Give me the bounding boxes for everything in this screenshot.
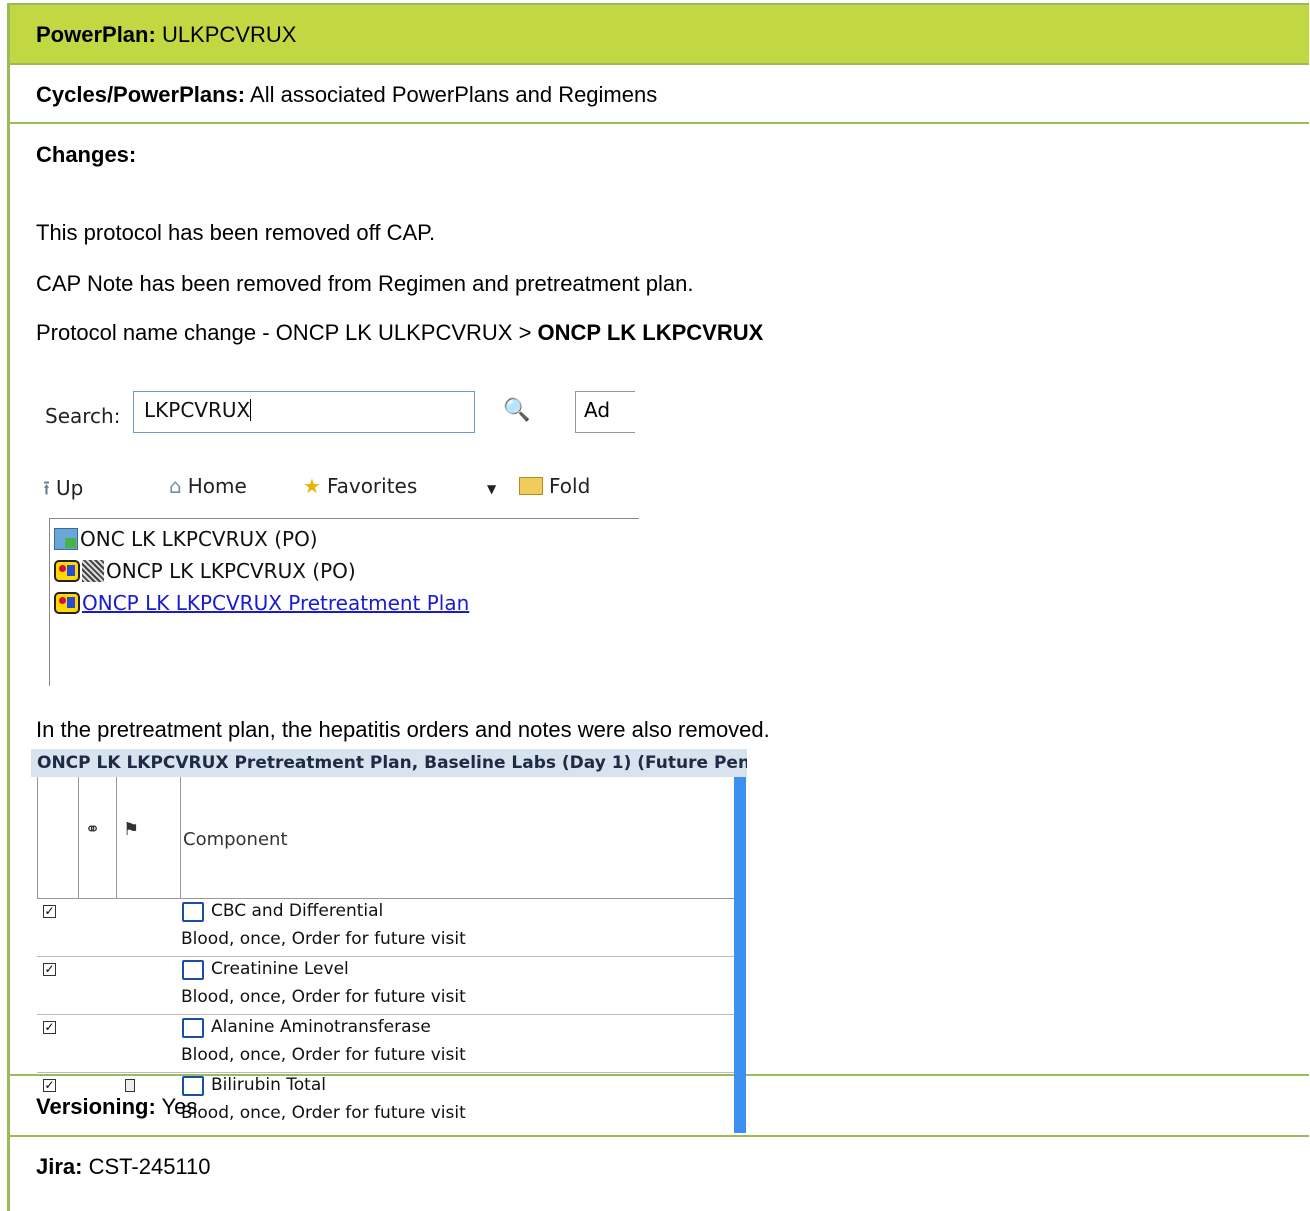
folders-button[interactable]: Fold [519,474,590,498]
changes-line-4: In the pretreatment plan, the hepatitis … [36,717,770,742]
search-input[interactable]: LKPCVRUX [133,391,475,433]
flag-icon: ⚑ [123,819,140,840]
table-row[interactable]: ✓ Alanine Aminotransferase Blood, once, … [37,1015,734,1073]
address-field[interactable]: Ad [575,391,635,433]
search-icon[interactable]: 🔍 [503,398,530,423]
change-document: PowerPlan: ULKPCVRUX Cycles/PowerPlans: … [7,3,1309,1211]
phase-icon [82,560,104,582]
changes-label: Changes: [36,142,137,167]
row-checkbox[interactable]: ✓ [43,905,56,918]
table-row[interactable]: ✓ Creatinine Level Blood, once, Order fo… [37,957,734,1015]
results-list: ONC LK LKPCVRUX (PO) ONCP LK LKPCVRUX (P… [49,518,639,686]
row-checkbox[interactable]: ✓ [43,1021,56,1034]
up-icon: ⭱ [43,476,50,500]
order-icon [182,960,204,980]
divider [78,777,79,899]
powerplan-value: ULKPCVRUX [161,22,297,47]
versioning-row: Versioning: Yes [10,1076,1309,1137]
divider [116,777,117,899]
cycles-label: Cycles/PowerPlans: [36,82,246,107]
order-icon [182,902,204,922]
order-name: Creatinine Level [211,959,349,979]
rename-old: Protocol name change - ONCP LK ULKPCVRUX… [36,320,538,345]
cycles-row: Cycles/PowerPlans: All associated PowerP… [10,65,1309,124]
pill-icon: ⚭ [85,819,101,840]
result-item-1[interactable]: ONC LK LKPCVRUX (PO) [54,527,318,551]
powerplan-icon [54,560,80,582]
star-icon: ★ [303,474,321,498]
folder-icon [519,477,543,495]
up-button[interactable]: ⭱ Up [43,474,83,508]
changes-row: Changes: This protocol has been removed … [10,124,1309,1133]
cycles-value: All associated PowerPlans and Regimens [250,82,658,107]
order-detail: Blood, once, Order for future visit [181,987,466,1007]
powerplan-label: PowerPlan: [36,22,156,47]
divider [180,777,181,899]
plan-title: ONCP LK LKPCVRUX Pretreatment Plan, Base… [31,749,747,777]
component-column-header[interactable]: Component [183,829,288,850]
order-detail: Blood, once, Order for future visit [181,929,466,949]
search-screenshot: Search: LKPCVRUX 🔍 Ad ⭱ Up ⌂ Home ★ Favorit… [29,366,639,686]
plan-header [37,777,737,899]
row-checkbox[interactable]: ✓ [43,963,56,976]
favorites-button[interactable]: ★ Favorites [303,474,417,498]
result-item-2[interactable]: ONCP LK LKPCVRUX (PO) [54,559,356,583]
order-icon [182,1018,204,1038]
versioning-value: Yes [161,1094,198,1119]
search-label: Search: [45,404,121,428]
jira-row: Jira: CST-245110 [10,1137,1309,1197]
favorites-dropdown-icon[interactable]: ▼ [487,482,496,496]
order-name: Alanine Aminotransferase [211,1017,431,1037]
changes-line-2: CAP Note has been removed from Regimen a… [36,271,694,296]
changes-line-1: This protocol has been removed off CAP. [36,220,436,245]
regimen-icon [54,528,78,550]
versioning-label: Versioning: [36,1094,156,1119]
jira-value[interactable]: CST-245110 [89,1154,211,1179]
result-item-3[interactable]: ONCP LK LKPCVRUX Pretreatment Plan [54,591,469,615]
order-detail: Blood, once, Order for future visit [181,1045,466,1065]
powerplan-icon [54,592,80,614]
home-icon: ⌂ [169,474,182,498]
table-row[interactable]: ✓ CBC and Differential Blood, once, Orde… [37,899,734,957]
order-name: CBC and Differential [211,901,384,921]
rename-new: ONCP LK LKPCVRUX [537,320,764,345]
home-button[interactable]: ⌂ Home [169,474,247,498]
jira-label: Jira: [36,1154,83,1179]
powerplan-row: PowerPlan: ULKPCVRUX [10,5,1309,65]
changes-line-3: Protocol name change - ONCP LK ULKPCVRUX… [36,320,763,346]
